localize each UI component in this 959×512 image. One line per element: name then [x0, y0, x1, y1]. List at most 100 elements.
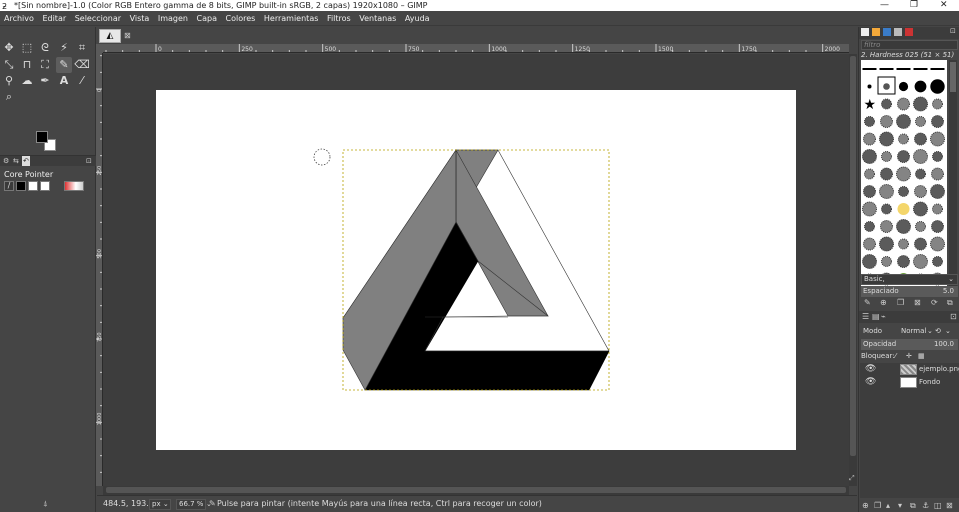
lasso-icon[interactable]: ᘓ: [37, 40, 53, 56]
brush-preview[interactable]: [881, 151, 892, 162]
visibility-eye-icon[interactable]: 👁: [865, 363, 876, 376]
fg-bg-color-selector[interactable]: [36, 131, 58, 153]
image-tab-close-icon[interactable]: ⊠: [124, 31, 131, 40]
mask-layer-icon[interactable]: ◫: [934, 501, 942, 510]
brush-preview[interactable]: [932, 98, 943, 110]
vertical-scrollbar[interactable]: ⤢: [849, 54, 857, 486]
brush-preview[interactable]: [930, 236, 945, 252]
brush-preview[interactable]: [930, 184, 945, 199]
brush-preview[interactable]: [879, 184, 894, 199]
brush-preview[interactable]: [862, 254, 877, 269]
transform-icon[interactable]: ⤡: [1, 57, 17, 73]
brush-filter-input[interactable]: filtro: [861, 40, 958, 50]
brush-preview[interactable]: [913, 149, 928, 164]
layer-name[interactable]: ejemplo.png: [919, 363, 959, 376]
brush-preview[interactable]: [932, 151, 943, 162]
brush-preview[interactable]: [880, 167, 893, 181]
brush-preview[interactable]: [914, 80, 927, 93]
document-history-tab-icon[interactable]: [894, 28, 902, 36]
brush-preview[interactable]: [897, 255, 910, 268]
brush-preview[interactable]: [898, 186, 909, 197]
layer-row[interactable]: 👁 ejemplo.png: [860, 363, 959, 376]
anchor-layer-icon[interactable]: ⚓: [922, 501, 929, 510]
brush-scroll-thumb[interactable]: [950, 62, 956, 92]
brush-preview[interactable]: [880, 220, 893, 233]
clone-icon[interactable]: ⚲: [1, 73, 17, 89]
zoom-icon[interactable]: ⌕: [1, 89, 17, 105]
maximize-button[interactable]: ❐: [910, 0, 918, 10]
close-button[interactable]: ✕: [940, 0, 948, 10]
brush-preview[interactable]: [881, 203, 892, 215]
mode-reset-icon[interactable]: ⟲: [935, 325, 941, 337]
menu-ayuda[interactable]: Ayuda: [403, 11, 432, 26]
brush-preview[interactable]: [930, 131, 945, 147]
brush-preview[interactable]: [880, 115, 893, 128]
layers-dock-menu-icon[interactable]: ⊡: [950, 312, 957, 321]
edit-brush-icon[interactable]: ✎: [864, 298, 871, 307]
brush-preview[interactable]: [930, 68, 945, 70]
unit-selector[interactable]: px ⌄: [149, 499, 171, 510]
brush-preview[interactable]: [897, 150, 910, 163]
open-brush-icon[interactable]: ⧉: [947, 298, 953, 308]
spacing-slider[interactable]: Espaciado 5.0: [861, 286, 958, 297]
tool-options-tab-icon[interactable]: ⚙: [3, 156, 9, 166]
image-tab-thumbnail[interactable]: ◭: [99, 29, 121, 43]
brush-preview[interactable]: [898, 133, 909, 145]
brushes-tab-icon[interactable]: [861, 28, 869, 36]
brush-preview[interactable]: [913, 254, 928, 269]
brush-preview[interactable]: [913, 68, 928, 70]
vertical-ruler[interactable]: 0 250 500 750 1000: [96, 53, 103, 486]
brush-preview[interactable]: [897, 203, 910, 215]
brush-scrollbar[interactable]: [949, 60, 957, 292]
brush-preview[interactable]: [881, 256, 892, 267]
fonts-tab-icon[interactable]: [883, 28, 891, 36]
new-group-icon[interactable]: ❐: [874, 501, 881, 510]
menu-editar[interactable]: Editar: [40, 11, 68, 26]
brush-preview[interactable]: [913, 201, 928, 217]
zoom-selector[interactable]: 66.7 %: [176, 499, 206, 510]
brush-preview[interactable]: [932, 203, 943, 215]
brush-preview[interactable]: [896, 219, 911, 234]
horizontal-scrollbar[interactable]: [103, 486, 849, 495]
fuzzy-select-icon[interactable]: ⚡: [56, 40, 72, 56]
menu-filtros[interactable]: Filtros: [325, 11, 353, 26]
paths-tab-icon[interactable]: ⌁: [881, 312, 886, 321]
brush-preview[interactable]: [896, 114, 911, 129]
brush-preview[interactable]: [864, 116, 875, 127]
paths-icon[interactable]: ✒: [37, 73, 53, 89]
canvas-area[interactable]: [103, 54, 849, 486]
brush-preview[interactable]: [931, 220, 944, 233]
new-brush-icon[interactable]: ⊕: [880, 298, 887, 307]
brush-preview[interactable]: [863, 237, 876, 251]
text-icon[interactable]: A: [56, 73, 72, 89]
vertical-scroll-thumb[interactable]: [850, 56, 856, 456]
delete-layer-icon[interactable]: ⊠: [946, 501, 953, 510]
menu-ventanas[interactable]: Ventanas: [357, 11, 398, 26]
brush-preview[interactable]: [879, 68, 894, 70]
brush-preview[interactable]: [915, 116, 926, 127]
brush-preview[interactable]: [864, 221, 875, 232]
brush-preview[interactable]: [881, 98, 892, 110]
gradients-tab-icon[interactable]: [905, 28, 913, 36]
device-status-tab-icon[interactable]: ⇆: [13, 156, 19, 166]
brush-preview[interactable]: [914, 185, 927, 198]
raise-layer-icon[interactable]: ▴: [886, 501, 890, 510]
patterns-tab-icon[interactable]: [872, 28, 880, 36]
brush-preview[interactable]: [898, 81, 909, 92]
move-tool-icon[interactable]: ✥: [1, 40, 17, 56]
menu-capa[interactable]: Capa: [195, 11, 219, 26]
menu-vista[interactable]: Vista: [128, 11, 152, 26]
lower-layer-icon[interactable]: ▾: [898, 501, 902, 510]
menu-colores[interactable]: Colores: [224, 11, 258, 26]
layer-list[interactable]: 👁 ejemplo.png 👁 Fondo: [860, 363, 959, 498]
menu-seleccionar[interactable]: Seleccionar: [73, 11, 123, 26]
minimize-button[interactable]: —: [880, 0, 889, 10]
brush-preview[interactable]: [897, 97, 910, 111]
lock-pixels-icon[interactable]: ⁄: [895, 351, 896, 362]
lock-position-icon[interactable]: ✛: [906, 351, 912, 362]
menu-imagen[interactable]: Imagen: [156, 11, 190, 26]
brush-preview[interactable]: [930, 79, 945, 94]
brush-preview[interactable]: [914, 132, 927, 146]
brush-preview[interactable]: [932, 256, 943, 267]
bucket-fill-icon[interactable]: ⛶: [37, 57, 53, 73]
